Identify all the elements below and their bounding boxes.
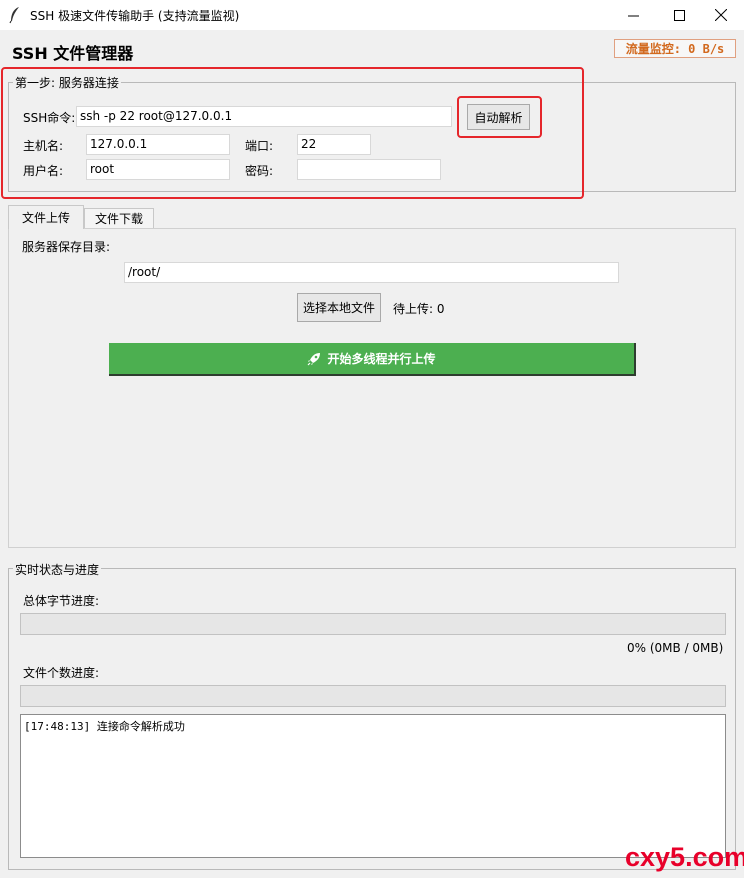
maximize-button[interactable] [656,0,702,30]
save-dir-label: 服务器保存目录: [22,240,111,254]
log-output[interactable]: [17:48:13] 连接命令解析成功 [20,714,726,858]
tab-download[interactable]: 文件下载 [84,208,154,228]
window-title: SSH 极速文件传输助手 (支持流量监视) [30,9,240,23]
select-files-button[interactable]: 选择本地文件 [297,293,381,322]
traffic-monitor: 流量监控: 0 B/s [614,39,736,58]
log-line: [17:48:13] 连接命令解析成功 [24,720,185,733]
app-title: SSH 文件管理器 [12,44,134,63]
status-group-label: 实时状态与进度 [13,561,102,578]
close-button[interactable] [698,0,744,30]
files-progress-bar [20,685,726,707]
watermark: cxy5.com [625,842,744,872]
bytes-progress-label: 总体字节进度: [23,594,100,608]
files-progress-label: 文件个数进度: [23,666,100,680]
tab-upload[interactable]: 文件上传 [8,205,84,229]
maximize-icon [673,9,685,21]
save-dir-input[interactable]: /root/ [124,262,619,283]
close-icon [715,9,727,21]
bytes-progress-bar [20,613,726,635]
rocket-icon [308,352,321,365]
bytes-progress-text: 0% (0MB / 0MB) [627,641,724,655]
start-upload-button[interactable]: 开始多线程并行上传 [109,343,636,376]
pending-count: 待上传: 0 [393,302,445,316]
start-upload-label: 开始多线程并行上传 [327,352,436,366]
feather-icon [9,7,19,24]
minimize-icon [627,15,639,16]
window-titlebar: SSH 极速文件传输助手 (支持流量监视) [0,0,744,30]
minimize-button[interactable] [610,0,656,30]
parse-button-highlight [457,96,542,138]
